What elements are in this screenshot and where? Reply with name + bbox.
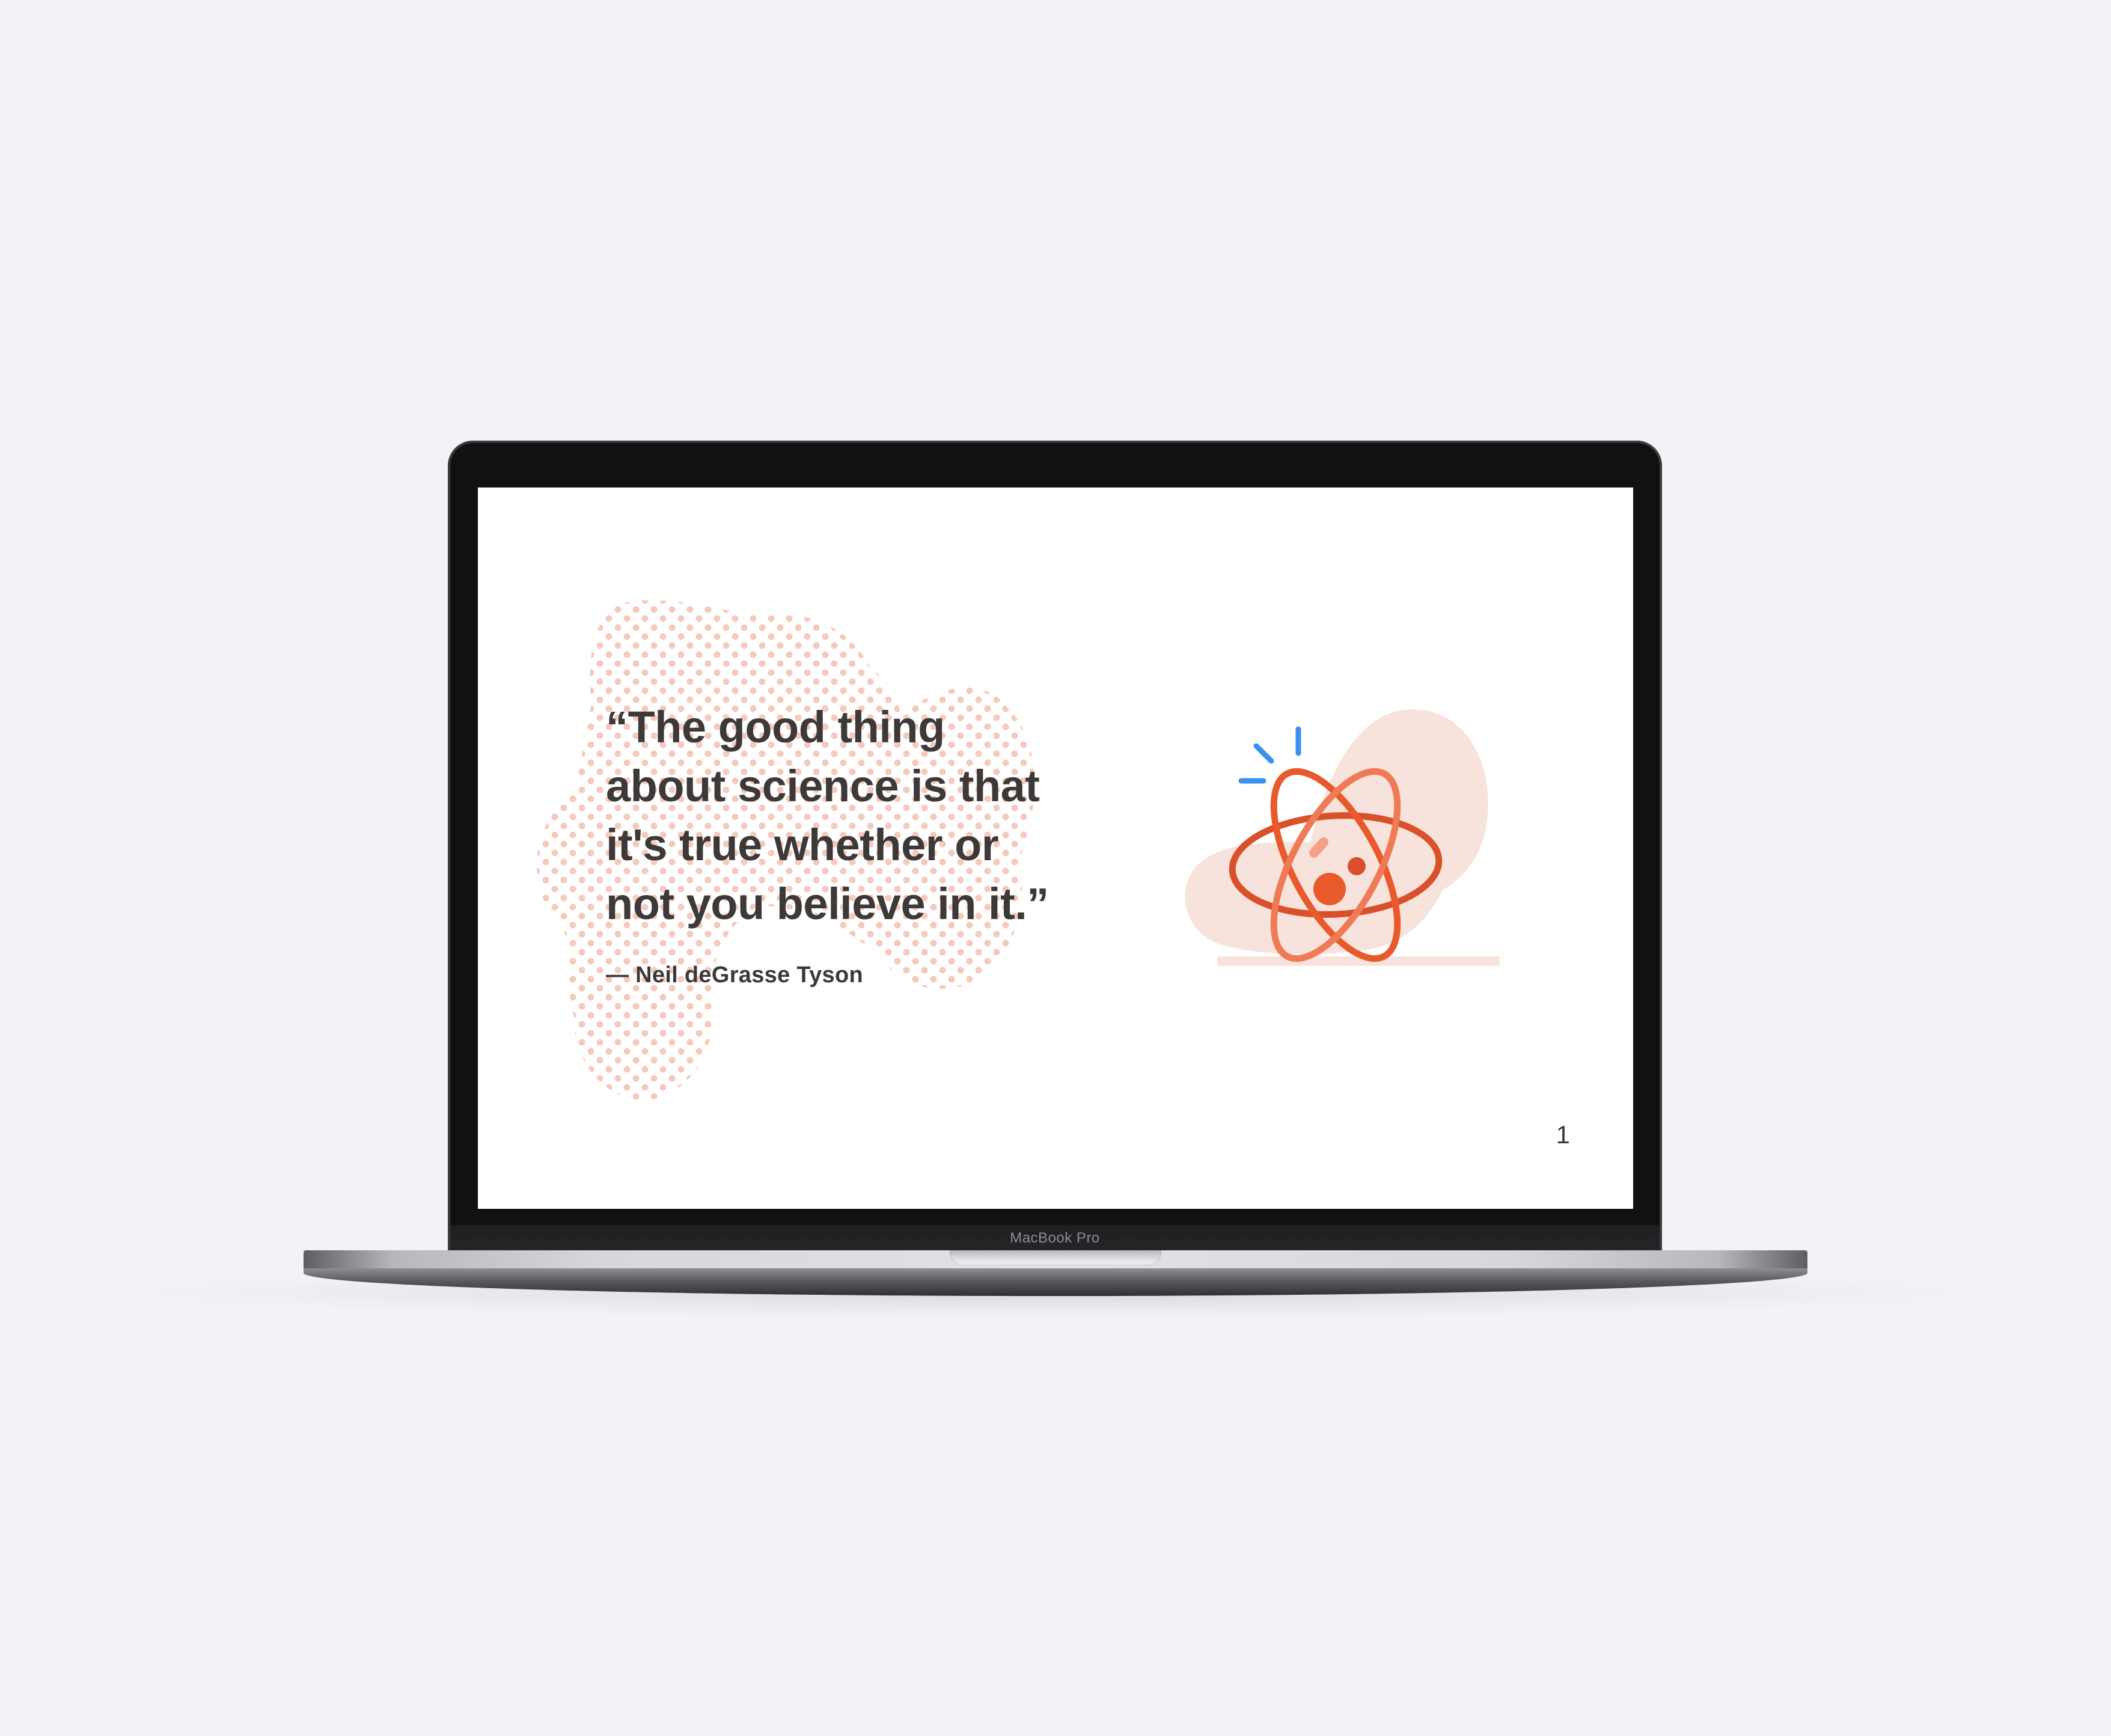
atom-icon (1185, 709, 1500, 966)
device-brand-label: MacBook Pro (1010, 1230, 1100, 1246)
quote-text: “The good thing about science is that it… (606, 702, 1049, 929)
laptop-open-notch (950, 1250, 1161, 1266)
slide-page-number: 1 (1556, 1120, 1570, 1149)
presentation-slide: “The good thing about science is that it… (478, 487, 1633, 1209)
quote-author: — Neil deGrasse Tyson (606, 962, 863, 988)
